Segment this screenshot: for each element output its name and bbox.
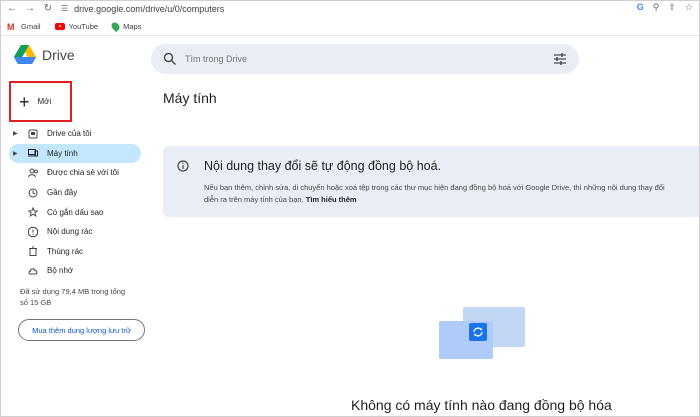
url-field[interactable]: ☰ drive.google.com/drive/u/0/computers — [61, 4, 224, 14]
sidebar-item-label: Có gắn dấu sao — [47, 207, 104, 217]
sidebar-item-label: Nội dung rác — [47, 227, 93, 237]
bookmark-gmail[interactable]: M Gmail — [7, 22, 41, 31]
expand-arrow-icon[interactable]: ▶ — [13, 130, 18, 137]
expand-arrow-icon[interactable]: ▶ — [13, 150, 18, 157]
drive-logo[interactable]: Drive — [14, 45, 75, 65]
banner-body: Nếu bạn thêm, chỉnh sửa, di chuyển hoặc … — [204, 182, 699, 206]
sync-info-banner: Nội dung thay đổi sẽ tự động đồng bộ hoá… — [163, 146, 699, 217]
back-icon[interactable]: ← — [5, 2, 19, 16]
sidebar-item-label: Gần đây — [47, 188, 78, 198]
computers-empty-illustration — [439, 307, 525, 359]
new-button-label: Mới — [37, 97, 52, 106]
bookmark-star-icon[interactable]: ☆ — [685, 2, 693, 13]
bookmark-label: Gmail — [21, 22, 41, 31]
trash-icon — [28, 246, 38, 257]
share-icon[interactable]: ⇧ — [668, 2, 676, 13]
gmail-icon: M — [7, 21, 15, 32]
sidebar-item-spam[interactable]: Nội dung rác — [9, 222, 141, 242]
shared-icon — [28, 168, 38, 178]
search-options-icon[interactable] — [553, 52, 567, 66]
drive-logo-icon — [14, 45, 36, 64]
sidebar-item-label: Được chia sẻ với tôi — [47, 168, 119, 178]
empty-state-message: Không có máy tính nào đang đồng bộ hóa — [351, 397, 612, 413]
bookmark-maps[interactable]: Maps — [109, 20, 142, 33]
maps-icon — [109, 20, 122, 33]
app-name: Drive — [42, 47, 75, 63]
cloud-icon — [28, 266, 38, 276]
recent-icon — [28, 188, 38, 198]
youtube-icon — [54, 23, 65, 30]
bookmark-label: Maps — [123, 22, 142, 31]
sidebar-item-recent[interactable]: Gần đây — [9, 183, 141, 203]
my-drive-icon — [28, 129, 38, 139]
sidebar-item-shared[interactable]: Được chia sẻ với tôi — [9, 163, 141, 183]
url-text: drive.google.com/drive/u/0/computers — [74, 3, 225, 14]
banner-body-line2-text: diễn ra trên máy tính của bạn. — [204, 195, 304, 204]
sidebar-item-storage[interactable]: Bộ nhớ — [9, 261, 141, 281]
site-info-icon[interactable]: ☰ — [61, 4, 68, 13]
new-button[interactable]: + Mới — [9, 81, 72, 122]
sidebar-item-label: Thùng rác — [47, 246, 84, 256]
bookmark-youtube[interactable]: YouTube — [54, 22, 99, 31]
browser-address-bar: ← → ↻ ☰ drive.google.com/drive/u/0/compu… — [1, 1, 699, 16]
sidebar-item-label: Bộ nhớ — [47, 266, 74, 276]
sidebar-item-trash[interactable]: Thùng rác — [9, 242, 141, 262]
sidebar-item-label: Drive của tôi — [47, 129, 92, 139]
banner-title: Nội dung thay đổi sẽ tự động đồng bộ hoá… — [204, 159, 442, 173]
computers-icon — [28, 148, 38, 158]
sidebar-item-label: Máy tính — [47, 148, 78, 158]
screenshot-frame: ← → ↻ ☰ drive.google.com/drive/u/0/compu… — [0, 0, 700, 417]
info-icon — [177, 160, 189, 172]
banner-body-line1: Nếu bạn thêm, chỉnh sửa, di chuyển hoặc … — [204, 183, 665, 192]
bookmarks-bar: M Gmail YouTube Maps — [1, 18, 699, 36]
search-input[interactable] — [185, 54, 525, 64]
forward-icon[interactable]: → — [23, 2, 37, 16]
browser-toolbar-icons: G ⚲ ⇧ ☆ — [637, 2, 693, 13]
sidebar-item-computers[interactable]: ▶ Máy tính — [9, 143, 141, 164]
banner-body-line2: diễn ra trên máy tính của bạn. Tìm hiểu … — [204, 194, 699, 206]
buy-storage-button[interactable]: Mua thêm dung lượng lưu trữ — [18, 319, 145, 341]
learn-more-link[interactable]: Tìm hiểu thêm — [306, 195, 357, 204]
sidebar-item-starred[interactable]: Có gắn dấu sao — [9, 202, 141, 222]
star-icon — [28, 207, 38, 218]
storage-usage-text: Đã sử dụng 79,4 MB trong tổng số 15 GB — [20, 287, 126, 307]
sidebar-nav: ▶ Drive của tôi ▶ Máy tính Được chia sẻ … — [1, 124, 146, 281]
bookmark-label: YouTube — [68, 22, 99, 31]
zoom-icon[interactable]: ⚲ — [653, 2, 660, 13]
page-title: Máy tính — [163, 90, 217, 106]
google-icon[interactable]: G — [637, 2, 644, 13]
plus-icon: + — [19, 91, 30, 112]
search-bar[interactable] — [151, 44, 579, 74]
reload-icon[interactable]: ↻ — [41, 2, 55, 16]
search-icon[interactable] — [163, 52, 177, 66]
spam-icon — [28, 226, 38, 237]
sidebar-item-my-drive[interactable]: ▶ Drive của tôi — [9, 124, 141, 144]
